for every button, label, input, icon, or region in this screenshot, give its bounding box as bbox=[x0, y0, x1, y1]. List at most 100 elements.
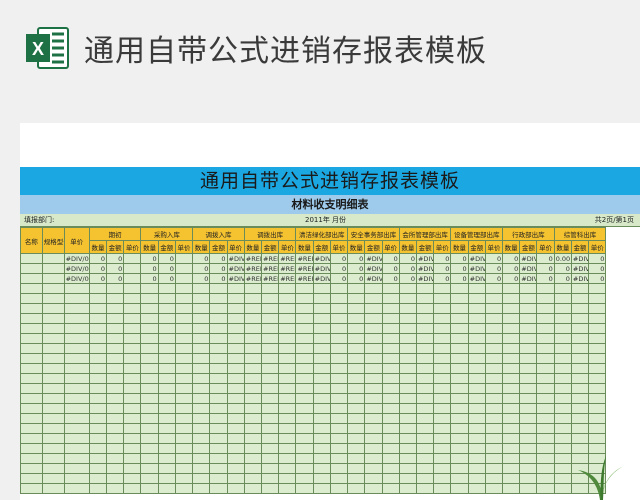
table-cell[interactable] bbox=[536, 393, 555, 404]
table-cell[interactable] bbox=[41, 373, 65, 384]
table-cell[interactable] bbox=[588, 393, 607, 404]
table-cell[interactable] bbox=[278, 323, 297, 334]
table-cell[interactable]: 0 bbox=[329, 253, 349, 264]
subheader-qty[interactable]: 数量 bbox=[295, 240, 314, 254]
table-cell[interactable] bbox=[157, 483, 176, 494]
table-cell[interactable] bbox=[295, 313, 314, 324]
table-cell[interactable] bbox=[415, 483, 435, 494]
table-cell[interactable] bbox=[588, 323, 607, 334]
table-cell[interactable] bbox=[570, 363, 590, 374]
table-cell[interactable] bbox=[484, 303, 504, 314]
table-cell[interactable] bbox=[88, 353, 108, 364]
table-cell[interactable] bbox=[278, 293, 297, 304]
dept-label[interactable]: 填报部门: bbox=[24, 214, 54, 227]
table-cell[interactable] bbox=[329, 423, 349, 434]
table-cell[interactable] bbox=[157, 303, 176, 314]
table-cell[interactable] bbox=[20, 353, 43, 364]
table-cell[interactable] bbox=[450, 443, 469, 454]
table-cell[interactable] bbox=[192, 413, 211, 424]
table-cell[interactable] bbox=[570, 323, 590, 334]
table-cell[interactable]: 0.00 bbox=[553, 253, 572, 264]
table-cell[interactable] bbox=[243, 383, 263, 394]
table-cell[interactable] bbox=[278, 313, 297, 324]
table-cell[interactable] bbox=[536, 403, 555, 414]
table-cell[interactable] bbox=[41, 253, 65, 264]
table-cell[interactable] bbox=[295, 443, 314, 454]
table-cell[interactable] bbox=[588, 293, 607, 304]
table-cell[interactable] bbox=[174, 443, 194, 454]
table-cell[interactable] bbox=[192, 343, 211, 354]
table-cell[interactable] bbox=[347, 323, 366, 334]
table-cell[interactable] bbox=[450, 313, 469, 324]
table-cell[interactable] bbox=[502, 433, 521, 444]
table-cell[interactable] bbox=[484, 443, 504, 454]
table-cell[interactable] bbox=[63, 393, 90, 404]
table-cell[interactable] bbox=[381, 293, 400, 304]
table-cell[interactable] bbox=[364, 333, 383, 344]
table-cell[interactable] bbox=[312, 363, 331, 374]
table-cell[interactable] bbox=[209, 453, 228, 464]
table-cell[interactable] bbox=[484, 323, 504, 334]
table-cell[interactable] bbox=[347, 483, 366, 494]
table-cell[interactable] bbox=[278, 483, 297, 494]
table-cell[interactable] bbox=[502, 313, 521, 324]
table-cell[interactable]: 0 bbox=[347, 253, 366, 264]
table-cell[interactable] bbox=[312, 463, 331, 474]
table-cell[interactable] bbox=[329, 343, 349, 354]
table-cell[interactable] bbox=[519, 303, 538, 314]
table-cell[interactable] bbox=[41, 343, 65, 354]
table-cell[interactable] bbox=[347, 393, 366, 404]
table-cell[interactable] bbox=[63, 463, 90, 474]
table-cell[interactable]: 0 bbox=[433, 273, 452, 284]
table-cell[interactable] bbox=[106, 423, 125, 434]
table-cell[interactable] bbox=[381, 363, 400, 374]
table-cell[interactable] bbox=[41, 473, 65, 484]
table-cell[interactable] bbox=[553, 333, 572, 344]
table-cell[interactable]: 0 bbox=[502, 263, 521, 274]
table-cell[interactable] bbox=[106, 403, 125, 414]
table-cell[interactable] bbox=[364, 393, 383, 404]
table-cell[interactable]: 0 bbox=[588, 263, 607, 274]
table-cell[interactable] bbox=[570, 313, 590, 324]
table-cell[interactable]: 0 bbox=[329, 273, 349, 284]
period-label[interactable]: 2011年 月份 bbox=[305, 214, 346, 227]
table-cell[interactable] bbox=[123, 353, 142, 364]
subheader-qty[interactable]: 数量 bbox=[140, 240, 159, 254]
table-cell[interactable] bbox=[312, 393, 331, 404]
table-cell[interactable]: 0 bbox=[553, 273, 572, 284]
table-cell[interactable] bbox=[226, 423, 245, 434]
table-cell[interactable] bbox=[536, 413, 555, 424]
table-cell[interactable] bbox=[88, 303, 108, 314]
table-cell[interactable] bbox=[467, 293, 486, 304]
table-cell[interactable] bbox=[347, 333, 366, 344]
table-cell[interactable] bbox=[398, 423, 417, 434]
table-cell[interactable] bbox=[41, 293, 65, 304]
table-cell[interactable] bbox=[329, 393, 349, 404]
table-cell[interactable] bbox=[329, 323, 349, 334]
table-cell[interactable] bbox=[278, 303, 297, 314]
table-cell[interactable] bbox=[63, 293, 90, 304]
table-cell[interactable] bbox=[41, 393, 65, 404]
table-cell[interactable] bbox=[519, 403, 538, 414]
table-cell[interactable] bbox=[140, 333, 159, 344]
table-cell[interactable] bbox=[140, 323, 159, 334]
table-cell[interactable] bbox=[570, 393, 590, 404]
table-cell[interactable] bbox=[174, 423, 194, 434]
header-group[interactable]: 调拨入库 bbox=[192, 227, 245, 241]
table-cell[interactable] bbox=[209, 373, 228, 384]
table-cell[interactable]: 0 bbox=[553, 263, 572, 274]
table-cell[interactable] bbox=[41, 413, 65, 424]
header-group[interactable]: 安全事务部出库 bbox=[347, 227, 400, 241]
table-cell[interactable] bbox=[140, 433, 159, 444]
table-cell[interactable] bbox=[106, 483, 125, 494]
table-cell[interactable] bbox=[226, 453, 245, 464]
table-cell[interactable] bbox=[553, 373, 572, 384]
table-cell[interactable] bbox=[502, 333, 521, 344]
table-cell[interactable] bbox=[63, 313, 90, 324]
table-cell[interactable] bbox=[570, 373, 590, 384]
table-cell[interactable] bbox=[41, 353, 65, 364]
table-cell[interactable] bbox=[123, 413, 142, 424]
table-cell[interactable]: 0 bbox=[347, 273, 366, 284]
table-cell[interactable] bbox=[243, 333, 263, 344]
table-cell[interactable] bbox=[398, 373, 417, 384]
